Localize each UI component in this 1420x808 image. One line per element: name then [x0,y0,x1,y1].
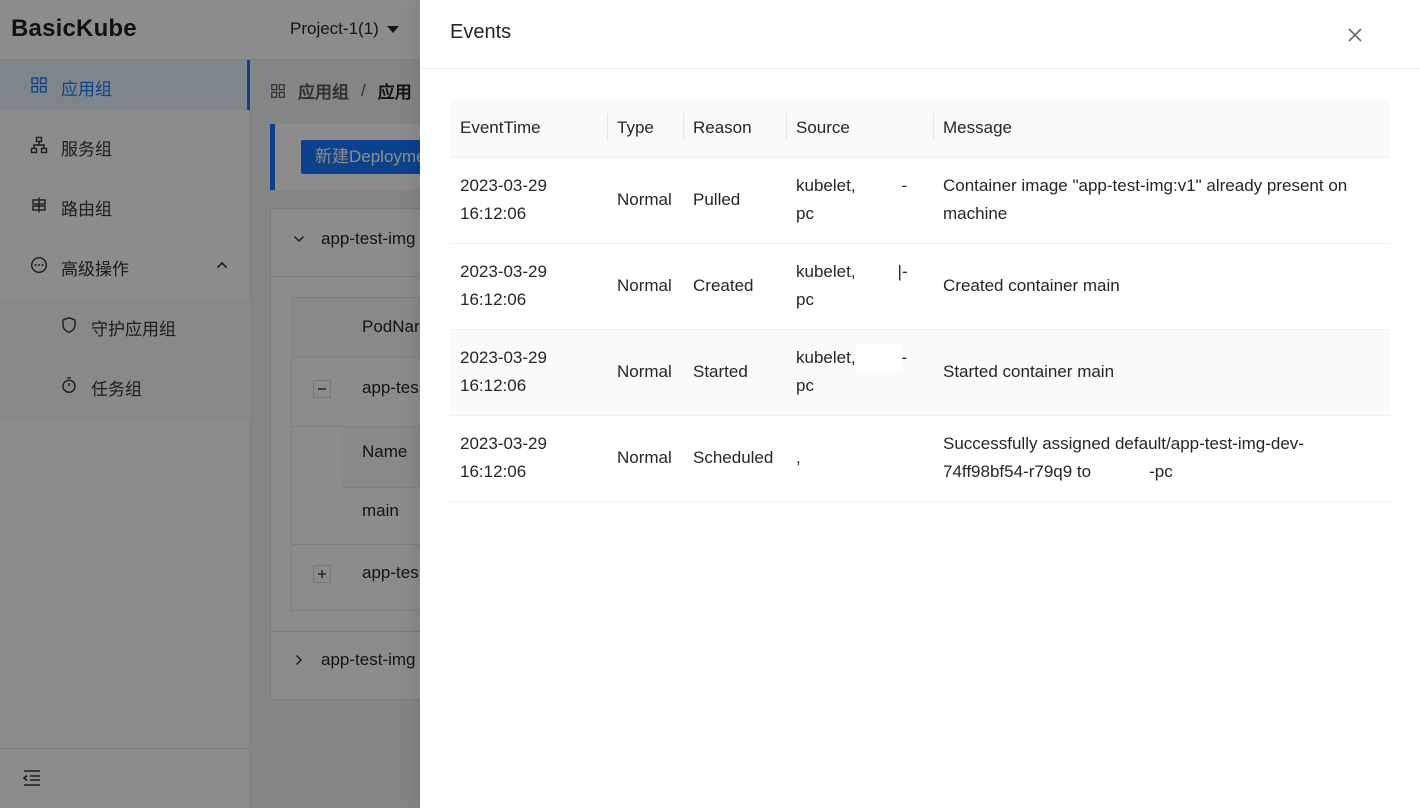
event-clock: 16:12:06 [460,462,527,481]
event-source-host: pc [796,290,814,309]
event-time-cell: 2023-03-29 16:12:06 [450,415,607,502]
event-source-kubelet: kubelet, [796,348,856,367]
event-date: 2023-03-29 [460,434,547,453]
column-header-source: Source [786,99,933,158]
event-clock: 16:12:06 [460,376,527,395]
event-message-host: -pc [1149,462,1173,481]
table-header-row: EventTime Type Reason Source Message [450,99,1390,158]
close-icon[interactable] [1344,24,1366,46]
event-type: Normal [607,415,683,502]
event-date: 2023-03-29 [460,262,547,281]
event-source-kubelet: kubelet, [796,262,856,281]
event-message-cell: Successfully assigned default/app-test-i… [933,415,1390,502]
event-type: Normal [607,329,683,416]
event-time-cell: 2023-03-29 16:12:06 [450,157,607,244]
event-clock: 16:12:06 [460,290,527,309]
event-source-cell: , [786,415,933,502]
table-row: 2023-03-29 16:12:06 Normal Pulled kubele… [450,157,1390,244]
event-reason: Started [683,329,786,416]
table-row: 2023-03-29 16:12:06 Normal Scheduled , S… [450,415,1390,502]
event-source-cell: kubelet, - pc [786,329,933,416]
events-table: EventTime Type Reason Source Message 202… [450,99,1390,502]
event-message: Created container main [933,243,1390,330]
redacted-block [855,172,902,200]
column-header-reason: Reason [683,99,786,158]
event-date: 2023-03-29 [460,348,547,367]
redacted-block [855,258,898,286]
redacted-block [855,344,902,372]
event-source-cell: kubelet, |- pc [786,243,933,330]
event-message: Container image "app-test-img:v1" alread… [933,157,1390,244]
column-header-type: Type [607,99,683,158]
column-header-message: Message [933,99,1390,158]
table-row: 2023-03-29 16:12:06 Normal Created kubel… [450,243,1390,330]
event-type: Normal [607,243,683,330]
event-message-line: Successfully assigned default/app-test-i… [943,434,1304,453]
event-source-kubelet: kubelet, [796,176,856,195]
event-source-suffix: |- [897,262,908,281]
event-reason: Pulled [683,157,786,244]
event-source-suffix: - [901,348,908,367]
drawer-title: Events [450,21,512,43]
event-time-cell: 2023-03-29 16:12:06 [450,243,607,330]
drawer-header: Events [420,0,1420,69]
event-source-suffix: - [901,176,908,195]
event-message-line: 74ff98bf54-r79q9 to [943,462,1092,481]
event-clock: 16:12:06 [460,204,527,223]
event-date: 2023-03-29 [460,176,547,195]
event-time-cell: 2023-03-29 16:12:06 [450,329,607,416]
event-source-host: pc [796,204,814,223]
redacted-block [1091,458,1150,486]
event-message: Started container main [933,329,1390,416]
event-source-cell: kubelet, - pc [786,157,933,244]
table-row: 2023-03-29 16:12:06 Normal Started kubel… [450,329,1390,416]
event-reason: Created [683,243,786,330]
column-header-eventtime: EventTime [450,99,607,158]
event-type: Normal [607,157,683,244]
event-source-kubelet: , [796,448,801,467]
event-reason: Scheduled [683,415,786,502]
events-drawer: Events EventTime Type Reason Source Mess… [420,0,1420,808]
event-source-host: pc [796,376,814,395]
